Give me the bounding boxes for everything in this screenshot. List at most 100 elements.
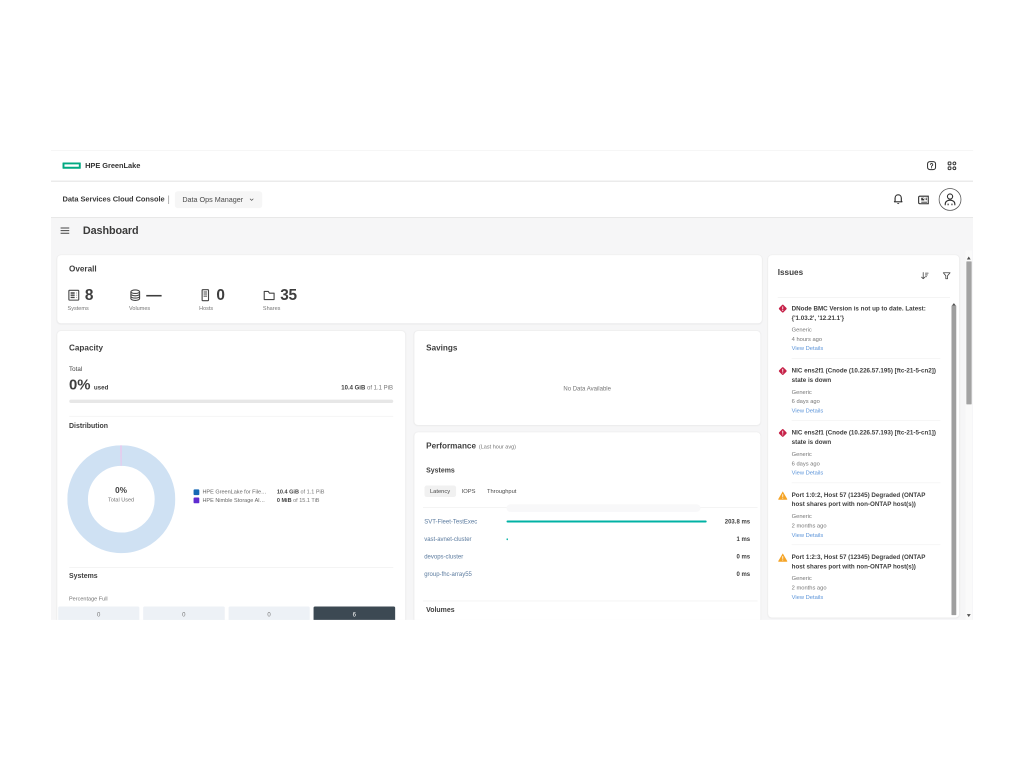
volumes-icon (128, 288, 142, 302)
issue-severity-icon (778, 428, 788, 438)
donut-legend: HPE GreenLake for File… 10.4 GiB of 1.1 … (193, 488, 324, 504)
legend-value-of: of 1.1 PiB (300, 489, 324, 495)
stat-label: Systems (67, 306, 94, 312)
tab-throughput[interactable]: Throughput (481, 486, 522, 498)
tab-iops[interactable]: IOPS (456, 486, 481, 498)
app-selector-dropdown[interactable]: Data Ops Manager (175, 191, 263, 208)
page-scrollbar-thumb[interactable] (966, 261, 971, 404)
app-window: HPE GreenLake Data Services Cloud Consol… (51, 150, 973, 620)
performance-title-text: Performance (426, 441, 476, 450)
issue-body: NIC ens2f1 (Cnode (10.226.57.193) [ftc-2… (792, 428, 941, 483)
system-link[interactable]: group-fhc-array55 (424, 571, 506, 578)
overall-card: Overall 8 Systems (57, 255, 763, 324)
issue-source: Generic (792, 512, 941, 521)
latency-value: 0 ms (706, 571, 750, 578)
issue-source: Generic (792, 325, 941, 334)
legend-swatch (193, 497, 199, 503)
account-button[interactable] (939, 188, 962, 211)
app-selector-label: Data Ops Manager (182, 195, 243, 203)
performance-systems-label: Systems (426, 467, 455, 475)
issue-severity-icon (778, 552, 788, 562)
chart-band (506, 504, 700, 512)
latency-value: 1 ms (706, 536, 750, 543)
stat-row: 35 (262, 286, 297, 304)
overall-title: Overall (69, 264, 97, 274)
performance-rows: SVT-Fleet-TestExec 203.8 ms vast-avnet-c… (414, 513, 760, 583)
issue-title: NIC ens2f1 (Cnode (10.226.57.193) [ftc-2… (792, 428, 938, 447)
capacity-total-label: Total (69, 365, 82, 372)
chart-bar: 0 (58, 606, 139, 619)
legend-value: 0 MiB of 15.1 TiB (277, 497, 320, 503)
notifications-bell-icon (892, 193, 904, 205)
view-details-link[interactable]: View Details (792, 593, 941, 602)
legend-value: 10.4 GiB of 1.1 PiB (277, 489, 325, 495)
issue-body: Port 1:0:2, Host 57 (12345) Degraded (ON… (792, 490, 941, 545)
system-link[interactable]: vast-avnet-cluster (424, 536, 506, 543)
stat-value: 0 (216, 286, 224, 304)
latency-bar-chart (506, 565, 706, 583)
chevron-down-icon (249, 197, 255, 203)
stat-value: 8 (85, 286, 93, 304)
savings-card: Savings No Data Available (414, 330, 761, 425)
savings-title: Savings (426, 343, 457, 353)
notifications-button[interactable] (892, 193, 904, 205)
donut-center: 0% Total Used (67, 486, 175, 503)
global-header: HPE GreenLake (51, 150, 973, 181)
issues-scrollbar[interactable] (951, 297, 956, 616)
legend-value-amount: 0 MiB (277, 497, 292, 503)
whats-new-button[interactable] (917, 193, 930, 206)
chart-bar: 6 (314, 606, 395, 619)
sort-button[interactable] (920, 271, 930, 281)
issue-source: Generic (792, 450, 941, 459)
view-details-link[interactable]: View Details (792, 468, 941, 477)
issue-item: NIC ens2f1 (Cnode (10.226.57.193) [ftc-2… (778, 428, 941, 483)
tab-latency[interactable]: Latency (424, 486, 456, 498)
whats-new-icon (917, 193, 930, 206)
console-header: Data Services Cloud Console | Data Ops M… (51, 182, 973, 218)
latency-value: 203.8 ms (706, 518, 750, 525)
capacity-used-row: 0% used 10.4 GiB of 1.1 PiB (69, 376, 393, 393)
legend-row: HPE Nimble Storage Al… 0 MiB of 15.1 TiB (193, 496, 324, 504)
view-details-link[interactable]: View Details (792, 344, 941, 353)
page-scrollbar[interactable] (965, 250, 972, 620)
stat-row: 0 (198, 286, 225, 304)
hpe-logo (63, 162, 81, 168)
right-card-stack: Savings No Data Available Performance(La… (414, 330, 761, 619)
help-button[interactable] (927, 161, 937, 171)
percentage-full-chart: 0 0 0 6 (58, 606, 395, 619)
performance-title: Performance(Last hour avg) (426, 441, 516, 451)
status-warning-icon (778, 490, 788, 500)
issues-scrollbar-thumb[interactable] (951, 306, 956, 616)
issues-title: Issues (778, 268, 803, 278)
capacity-usage-of: of 1.1 PiB (367, 384, 393, 391)
system-link[interactable]: devops-cluster (424, 553, 506, 560)
status-critical-icon (778, 304, 788, 314)
status-warning-icon (778, 552, 788, 562)
scroll-up-arrow-icon[interactable] (967, 257, 971, 260)
issue-item: DNode BMC Version is not up to date. Lat… (778, 304, 941, 359)
menu-button[interactable] (59, 225, 71, 237)
view-details-link[interactable]: View Details (792, 406, 941, 415)
latency-bar-chart (506, 548, 706, 566)
view-details-link[interactable]: View Details (792, 530, 941, 539)
performance-row: group-fhc-array55 0 ms (414, 565, 760, 583)
capacity-usage-value: 10.4 GiB (341, 384, 365, 391)
latency-bar (506, 538, 508, 540)
apps-button[interactable] (947, 161, 957, 171)
capacity-title: Capacity (69, 343, 103, 353)
capacity-used-word: used (94, 384, 109, 391)
issue-item: Port 1:2:3, Host 57 (12345) Degraded (ON… (778, 552, 941, 606)
systems-icon (67, 288, 81, 302)
capacity-card: Capacity Total 0% used 10.4 GiB of 1.1 P… (57, 330, 406, 619)
performance-card: Performance(Last hour avg) Systems Laten… (414, 432, 761, 620)
issue-source: Generic (792, 387, 941, 396)
scroll-down-arrow-icon[interactable] (967, 614, 971, 617)
filter-funnel-icon (942, 271, 952, 281)
filter-button[interactable] (942, 271, 952, 281)
system-link[interactable]: SVT-Fleet-TestExec (424, 518, 506, 525)
page-title: Dashboard (83, 224, 139, 236)
legend-name: HPE GreenLake for File… (202, 489, 276, 495)
issue-time: 4 hours ago (792, 335, 941, 344)
issue-severity-icon (778, 304, 788, 314)
issue-title: DNode BMC Version is not up to date. Lat… (792, 304, 938, 323)
